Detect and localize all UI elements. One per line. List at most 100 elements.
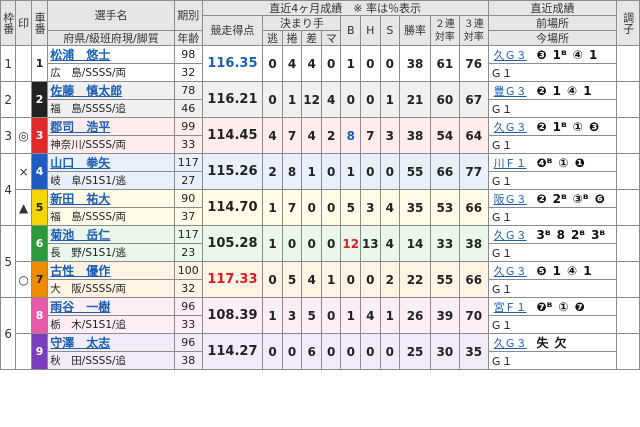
sashi-count: 0	[301, 189, 322, 226]
h-count: 0	[360, 45, 381, 82]
rentai3-rate: 66	[458, 189, 489, 226]
racer-area-info: 福 島/SSSS/両	[47, 207, 175, 226]
previous-venue-results: 川Ｆ１ ❹ᴮ ① ❶	[487, 153, 618, 172]
sashi-count: 4	[301, 261, 322, 298]
header-nirentai: ２連対率	[429, 15, 460, 46]
racer-row: 5 6 菊池 岳仁 117 105.28 1 0 0 0 12 13 4 14 …	[0, 225, 640, 298]
header-recent: 直近成績	[487, 0, 618, 16]
s-count: 3	[379, 117, 401, 154]
win-rate: 38	[399, 45, 431, 82]
racer-name-link[interactable]: 郡司 浩平	[47, 117, 175, 136]
prediction-mark: ▲	[15, 189, 32, 226]
nige-count: 2	[262, 153, 283, 190]
result-mark: ❷	[536, 83, 547, 98]
prediction-mark: ×	[15, 153, 32, 190]
result-mark: ❸	[588, 119, 600, 134]
win-rate: 14	[399, 225, 431, 262]
makuri-count: 0	[281, 225, 303, 262]
previous-venue-link[interactable]: 久Ｇ３	[494, 265, 527, 278]
rentai3-rate: 38	[458, 225, 489, 262]
result-mark: ❺	[536, 263, 547, 278]
previous-venue-link[interactable]: 川Ｆ１	[494, 157, 527, 170]
race-card-table: 枠番 印 車番 選手名 期別 直近4ヶ月成績 ※ 率は％表示 直近成績 調子 競…	[0, 0, 640, 370]
previous-results: ❷1④1	[536, 84, 597, 98]
racer-name-link[interactable]: 雨谷 一樹	[47, 297, 175, 316]
racer-name-link[interactable]: 菊池 岳仁	[47, 225, 175, 244]
sashi-count: 1	[301, 153, 322, 190]
race-points: 114.27	[201, 333, 264, 370]
racer-name-link[interactable]: 新田 祐大	[47, 189, 175, 208]
previous-venue-results: 久Ｇ３ ❷ 1ᴮ ① ❸	[487, 117, 618, 136]
previous-venue-link[interactable]: 阪Ｇ３	[494, 193, 527, 206]
prediction-mark	[15, 333, 32, 370]
win-rate: 21	[399, 81, 431, 118]
racer-name-link[interactable]: 松浦 悠士	[47, 45, 175, 64]
win-rate: 26	[399, 297, 431, 334]
nige-count: 0	[262, 81, 283, 118]
waku-number: 3	[0, 117, 17, 154]
nige-count: 1	[262, 297, 283, 334]
sashi-count: 4	[301, 117, 322, 154]
previous-venue-link[interactable]: 久Ｇ３	[494, 49, 527, 62]
rentai2-rate: 61	[429, 45, 460, 82]
makuri-count: 1	[281, 81, 303, 118]
previous-venue-link[interactable]: 宮Ｆ１	[494, 301, 527, 314]
win-rate: 25	[399, 333, 431, 370]
previous-results: ❷ 1ᴮ ① ❸	[536, 120, 605, 134]
race-points: 114.70	[201, 189, 264, 226]
racer-rows: 1 1 松浦 悠士 98 116.35 0 4 4 0 1 0 0 38 61 …	[0, 45, 640, 370]
previous-results: ❷ 2ᴮ ③ᴮ ❻	[536, 192, 610, 206]
h-count: 0	[360, 261, 381, 298]
racer-row: 9 守澤 太志 96 114.27 0 0 6 0 0 0 0 25 30 35…	[1, 333, 640, 370]
b-count: 0	[340, 333, 362, 370]
racer-area-info: 岐 阜/S1S1/逃	[47, 171, 175, 190]
current-venue-grade: Ｇ１	[487, 63, 618, 82]
b-count: 12	[340, 225, 362, 262]
race-points: 108.39	[201, 297, 264, 334]
racer-name-link[interactable]: 佐藤 慎太郎	[47, 81, 175, 100]
racer-name-link[interactable]: 山口 拳矢	[47, 153, 175, 172]
racer-row: 6 8 雨谷 一樹 96 108.39 1 3 5 0 1 4 1 26 39 …	[0, 297, 640, 370]
condition-cell	[616, 117, 640, 154]
ma-count: 1	[320, 261, 342, 298]
nige-count: 1	[262, 189, 283, 226]
racer-area-info: 広 島/SSSS/両	[47, 63, 175, 82]
race-points: 115.26	[201, 153, 264, 190]
header-s: S	[379, 15, 401, 46]
previous-venue-link[interactable]: 久Ｇ３	[494, 229, 527, 242]
racer-row: ▲ 5 新田 祐大 90 114.70 1 7 0 0 5 3 4 35 53 …	[1, 189, 640, 226]
win-rate: 22	[399, 261, 431, 298]
previous-venue-link[interactable]: 久Ｇ３	[494, 337, 527, 350]
previous-venue-results: 阪Ｇ３ ❷ 2ᴮ ③ᴮ ❻	[487, 189, 618, 208]
racer-area-info: 福 島/SSSS/追	[47, 99, 175, 118]
racer-name-link[interactable]: 守澤 太志	[47, 333, 175, 352]
prediction-mark	[15, 297, 32, 334]
waku-number: 1	[0, 45, 17, 82]
waku-number: 5	[0, 225, 17, 298]
racer-area-info: 秋 田/SSSS/追	[47, 351, 175, 370]
header-kimarite: 決まり手	[262, 15, 342, 31]
h-count: 13	[360, 225, 381, 262]
ki-value: 117	[173, 153, 203, 172]
ki-value: 117	[173, 225, 203, 244]
b-count: 0	[340, 81, 362, 118]
previous-venue-link[interactable]: 久Ｇ３	[494, 121, 527, 134]
s-count: 0	[379, 45, 401, 82]
ki-value: 96	[173, 333, 203, 352]
rentai2-rate: 33	[429, 225, 460, 262]
race-points: 105.28	[201, 225, 264, 262]
racer-row: 4 × 4 山口 拳矢 117 115.26 2 8 1 0 1 0 0 55 …	[0, 153, 640, 226]
age-value: 32	[173, 63, 203, 82]
result-mark: 1ᴮ	[552, 119, 567, 134]
condition-cell	[616, 297, 640, 334]
car-number: 8	[30, 297, 49, 334]
s-count: 2	[379, 261, 401, 298]
previous-venue-results: 宮Ｆ１ ❼ᴮ ① ❼	[487, 297, 618, 316]
header-sashi: 差	[301, 30, 322, 46]
rentai3-rate: 64	[458, 117, 489, 154]
previous-venue-link[interactable]: 豊Ｇ３	[494, 85, 527, 98]
h-count: 4	[360, 297, 381, 334]
racer-name-link[interactable]: 古性 優作	[47, 261, 175, 280]
ki-value: 78	[173, 81, 203, 100]
prediction-mark	[15, 81, 32, 118]
